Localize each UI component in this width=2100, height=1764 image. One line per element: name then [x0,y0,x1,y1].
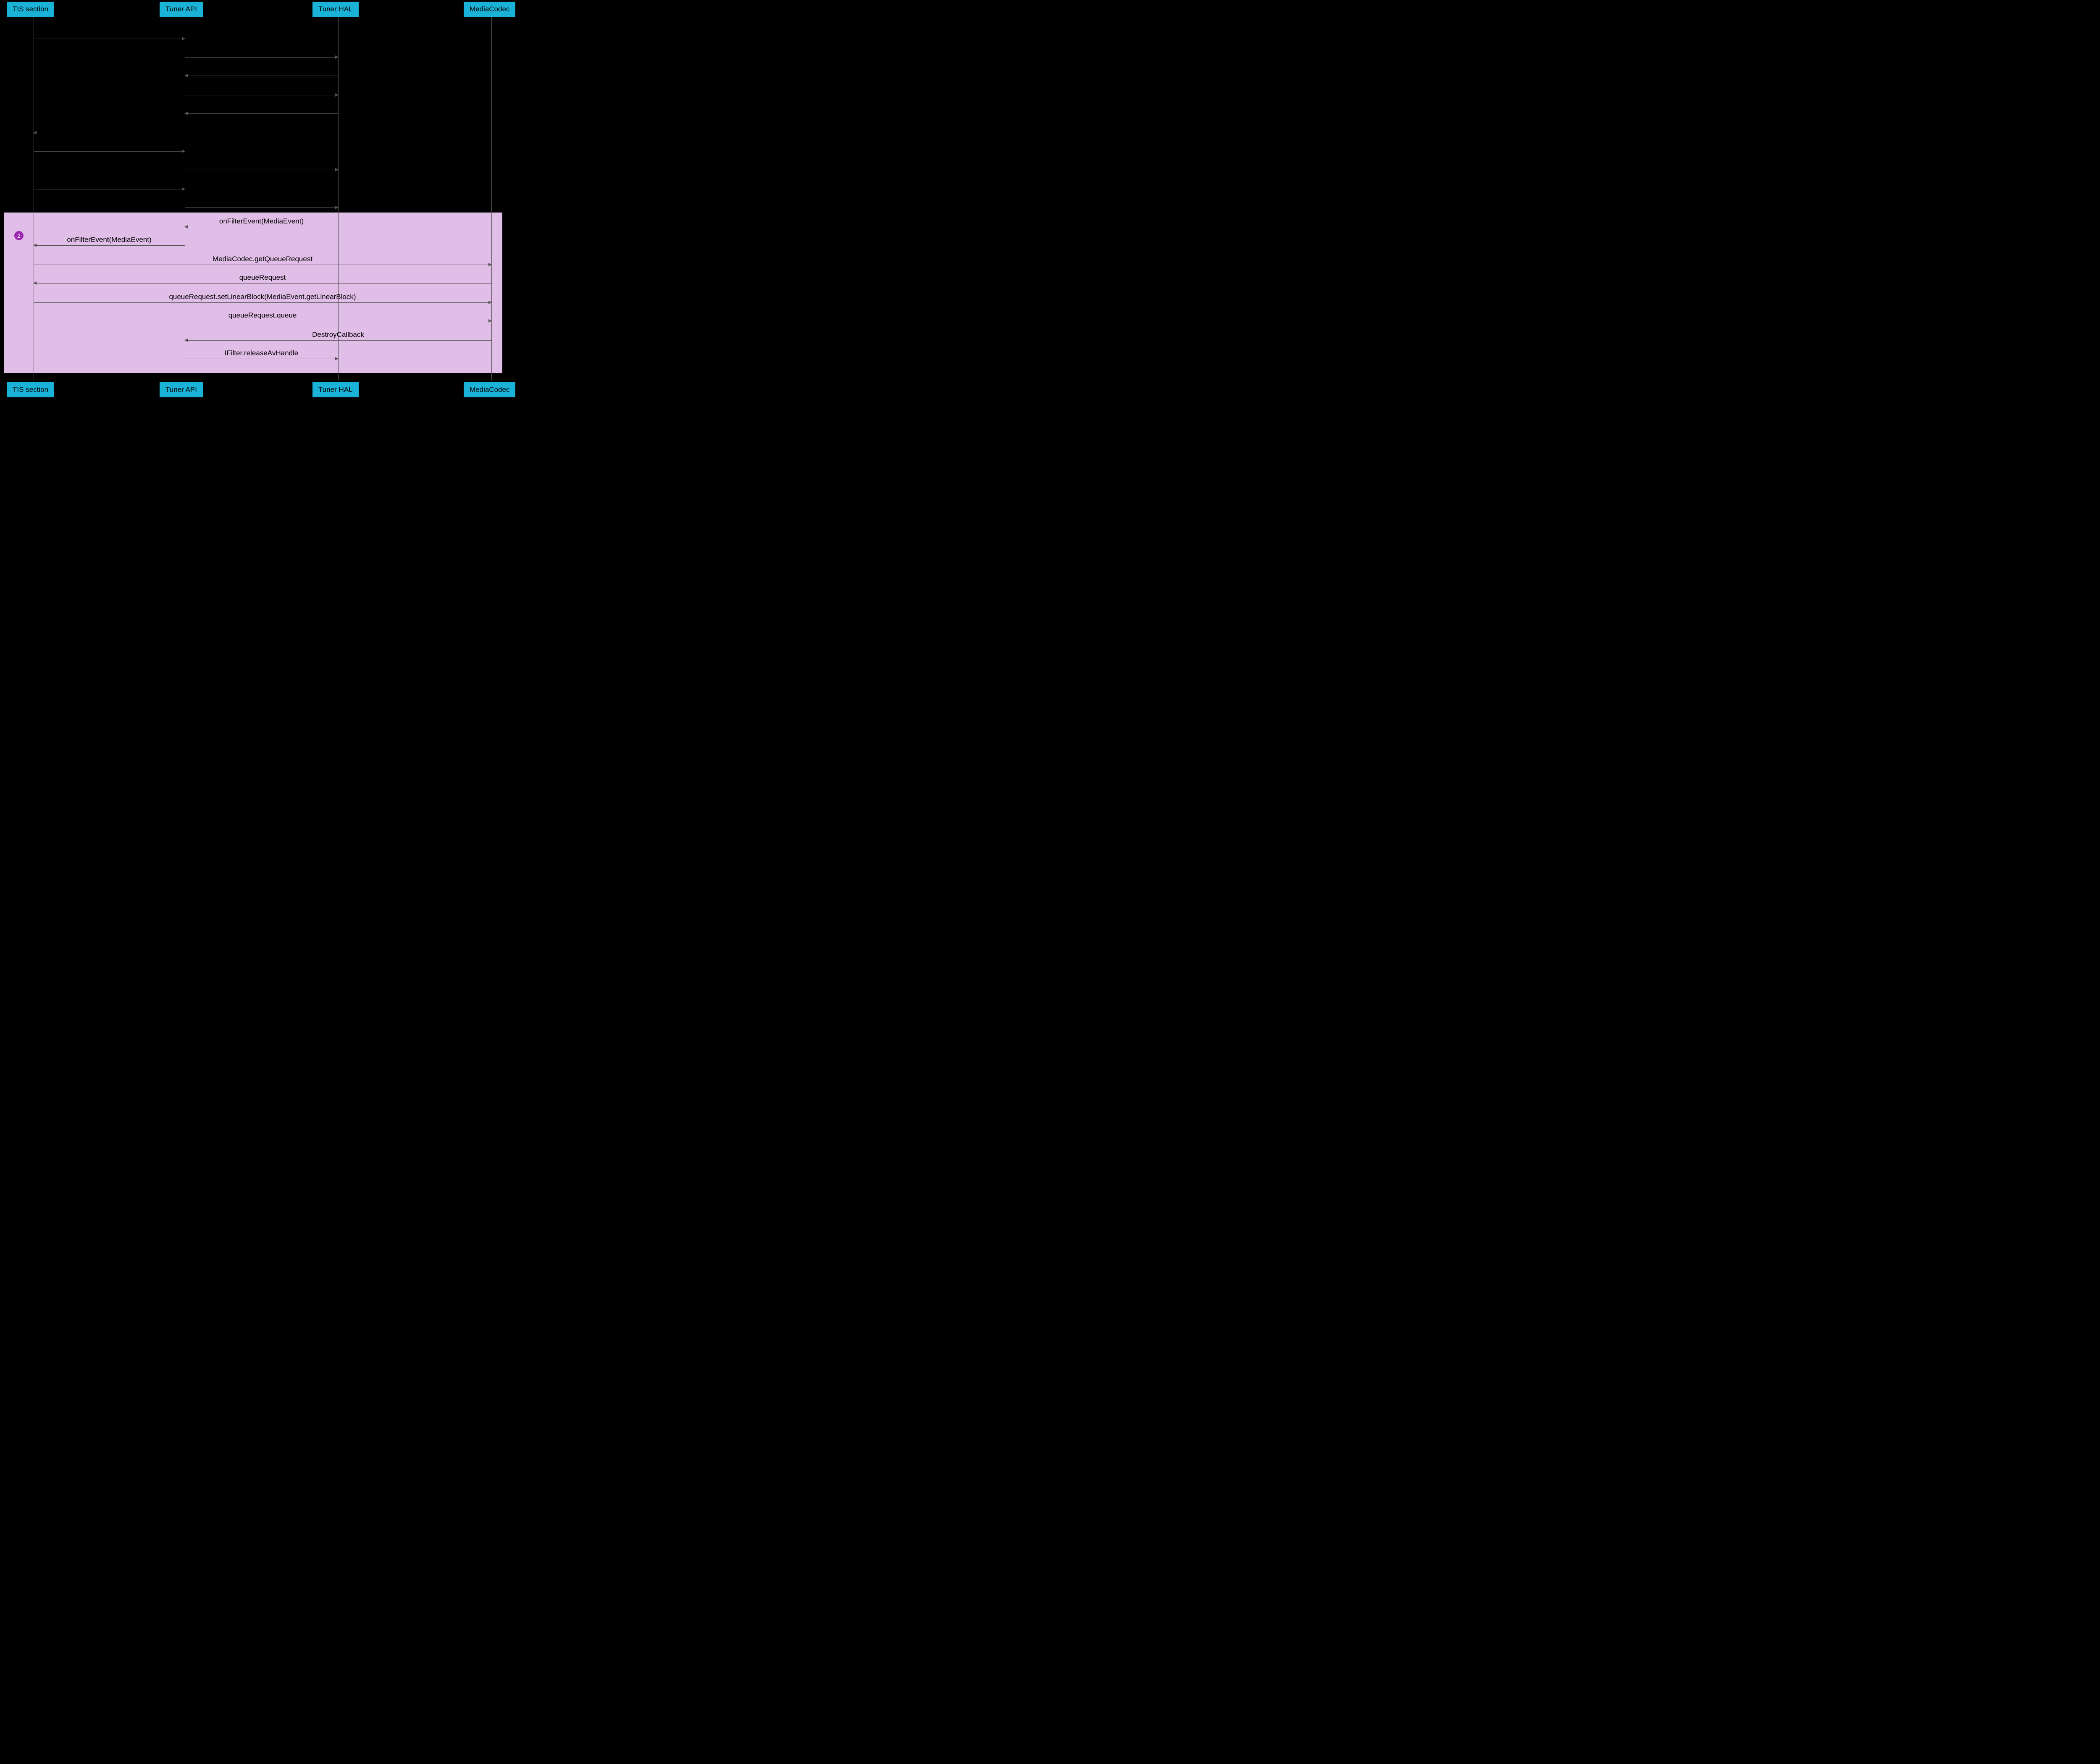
msg-label: IFilter.releaseAvHandle [185,349,338,357]
msg-s1-1 [34,30,185,40]
msg-label: queueRequest.queue [34,311,491,320]
section-2-badge: 2 [14,231,24,240]
participant-mediacodec-top: MediaCodec [464,2,515,17]
msg-s1-7 [34,143,185,153]
msg-s1-2 [185,49,338,59]
msg-destroycallback: DestroyCallback [185,332,491,342]
lifeline-tuner-hal [338,15,339,381]
msg-label: onFilterEvent(MediaEvent) [34,236,185,244]
msg-setlinearblock: queueRequest.setLinearBlock(MediaEvent.g… [34,294,491,304]
msg-s1-5 [185,105,338,115]
participant-mediacodec-bottom: MediaCodec [464,382,515,397]
msg-label: queueRequest.setLinearBlock(MediaEvent.g… [34,293,491,301]
msg-label: DestroyCallback [185,331,491,339]
msg-label: MediaCodec.getQueueRequest [34,255,491,263]
participant-tuner-hal-top: Tuner HAL [312,2,359,17]
msg-queue: queueRequest.queue [34,312,491,323]
participant-tuner-api-bottom: Tuner API [160,382,203,397]
msg-s1-4 [185,87,338,97]
lifeline-mediacodec [491,15,492,381]
msg-s1-6 [34,124,185,134]
msg-s1-8 [185,161,338,171]
msg-releaseavhandle: IFilter.releaseAvHandle [185,350,338,360]
participant-tis-top: TIS section [7,2,54,17]
msg-s1-3 [185,67,338,77]
msg-label: queueRequest [34,273,491,282]
msg-label: onFilterEvent(MediaEvent) [185,217,338,226]
participant-tis-bottom: TIS section [7,382,54,397]
msg-onfilterevent-tis: onFilterEvent(MediaEvent) [34,237,185,247]
sequence-diagram: TIS section Tuner API Tuner HAL MediaCod… [0,0,524,400]
msg-s1-10 [185,199,338,209]
msg-queuerequest-return: queueRequest [34,275,491,285]
msg-getqueuerequest: MediaCodec.getQueueRequest [34,256,491,266]
msg-onfilterevent-hal: onFilterEvent(MediaEvent) [185,218,338,228]
msg-s1-9 [34,181,185,191]
participant-tuner-hal-bottom: Tuner HAL [312,382,359,397]
participant-tuner-api-top: Tuner API [160,2,203,17]
